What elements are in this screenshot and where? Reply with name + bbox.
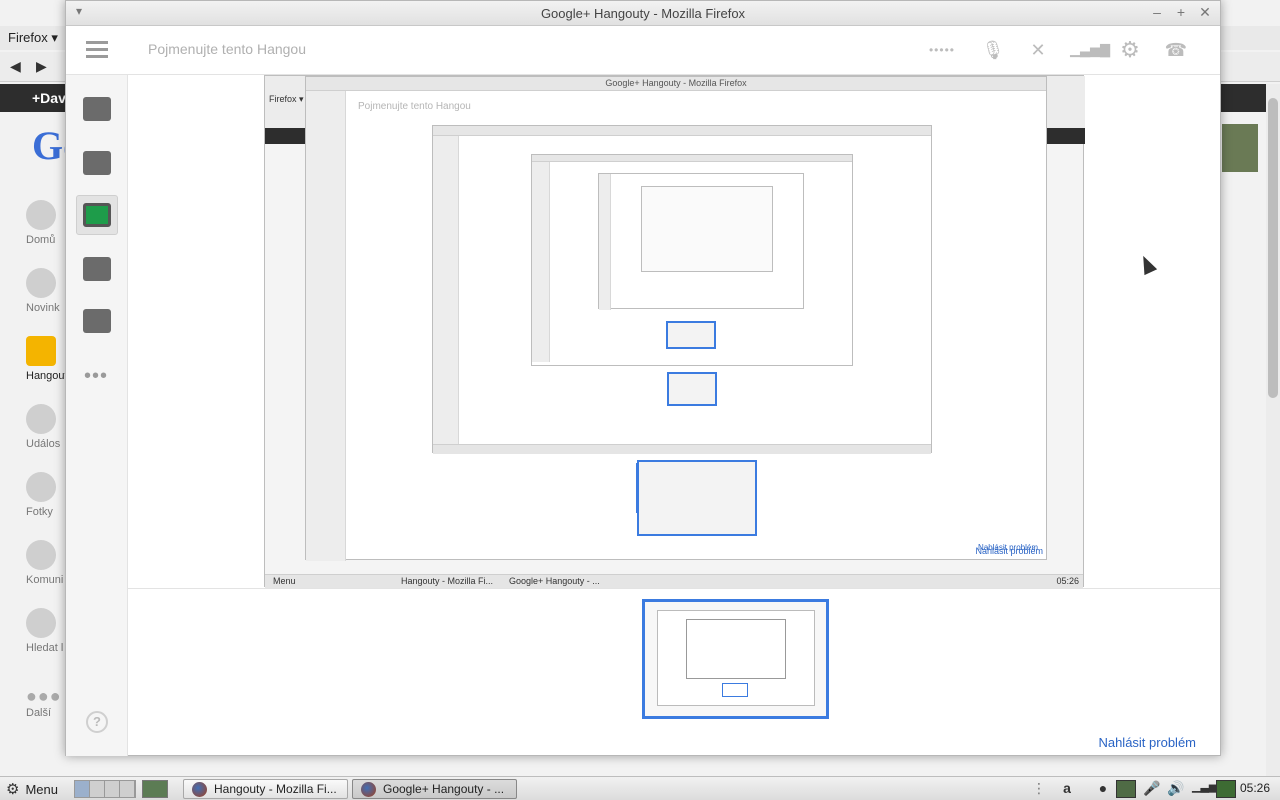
google-effects-button[interactable] [76,249,118,289]
mic-icon[interactable]: 🎤 [1142,780,1162,798]
screenshare-button[interactable] [76,195,118,235]
hangout-name-input[interactable]: Pojmenujte tento Hangou [148,41,306,57]
camera-off-icon[interactable]: ✕ [1024,38,1052,62]
participant-thumbnail[interactable] [642,599,829,719]
os-taskbar: ⚙ Menu Hangouty - Mozilla Fi... Google+ … [0,776,1280,800]
more-dots-icon[interactable]: ••••• [918,38,966,62]
nested-firefox-menu: Firefox ▾ [269,94,304,104]
close-icon[interactable]: ✕ [1196,4,1214,21]
hangout-app-rail: ••• ? [66,75,128,756]
taskbar-window-google-hangouty[interactable]: Google+ Hangouty - ... [352,779,517,799]
hangouts-window: ▾ Google+ Hangouty - Mozilla Firefox – +… [65,0,1221,756]
firefox-icon [361,782,376,797]
nested-hangout-name: Pojmenujte tento Hangou [358,101,471,112]
workspace-switcher[interactable] [74,780,136,798]
nested-window-title: Google+ Hangouty - Mozilla Firefox [306,77,1046,91]
find-people-icon [26,608,56,638]
shared-screen-level-2 [432,125,932,454]
chat-icon[interactable]: ● [1094,780,1112,798]
invite-people-button[interactable] [76,89,118,129]
add-person-icon [83,97,111,121]
report-problem-link[interactable]: Nahlásit problém [1098,735,1196,750]
participant-filmstrip: Nahlásit problém [128,589,1220,755]
start-menu-button[interactable]: ⚙ Menu [6,780,58,798]
show-desktop-icon[interactable] [142,780,168,798]
battery-icon[interactable] [1216,780,1236,798]
help-icon[interactable]: ? [86,711,108,733]
nested-report-link-1: Nahlásit problém [975,546,1043,556]
taskbar-window-hangouty[interactable]: Hangouty - Mozilla Fi... [183,779,348,799]
shared-screen-level-3 [531,154,853,366]
hang-up-icon[interactable]: ☎ [1162,38,1190,62]
background-scrollbar-thumb[interactable] [1268,98,1278,398]
bandwidth-icon[interactable]: ▁▃▅▇ [1070,38,1110,62]
firefox-icon [192,782,207,797]
mute-mic-icon[interactable]: 🎙 [979,38,1007,62]
nested-taskbar: Menu Hangouty - Mozilla Fi... Google+ Ha… [265,574,1083,588]
home-icon [26,200,56,230]
hamburger-menu-icon[interactable] [86,41,108,59]
window-title: Google+ Hangouty - Mozilla Firefox [540,6,746,21]
window-titlebar[interactable]: ▾ Google+ Hangouty - Mozilla Firefox – +… [66,1,1220,26]
nested-app-rail [306,91,346,561]
maximize-icon[interactable]: + [1172,4,1190,20]
communities-icon [26,540,56,570]
minimize-icon[interactable]: – [1148,4,1166,20]
hangout-header: Pojmenujte tento Hangou ••••• 🎙 ✕ ▁▃▅▇ ⚙… [66,26,1220,75]
more-apps-icon[interactable]: ••• [84,365,108,388]
camera-icon [26,472,56,502]
avatar[interactable] [1222,124,1258,172]
amazon-icon[interactable]: a [1058,780,1076,798]
clock: 05:26 [1239,781,1270,795]
gear-icon: ⚙ [6,781,20,798]
settings-gear-icon[interactable]: ⚙ [1116,38,1144,62]
gplus-user-link[interactable]: +Dav [32,90,66,106]
shared-screen-level-1: Firefox ▾ Google+ Hangouty - Mozilla Fir… [264,75,1085,588]
screenshare-icon [83,203,111,227]
hangouts-icon [26,336,56,366]
chat-button[interactable] [76,143,118,183]
forward-arrow-icon[interactable]: ▶ [36,58,47,75]
chat-icon [83,151,111,175]
network-icon[interactable]: ▁▃▅ [1192,780,1217,798]
back-arrow-icon[interactable]: ◀ [10,58,21,75]
calendar-icon [26,404,56,434]
screenshare-stage: Firefox ▾ Google+ Hangouty - Mozilla Fir… [128,75,1220,589]
compass-icon [26,268,56,298]
more-icon[interactable]: ⋮ [1032,780,1046,798]
play-icon [83,309,111,333]
shared-screen-level-5 [641,186,773,272]
magic-wand-icon [83,257,111,281]
shared-screen-level-4 [598,173,804,310]
volume-icon[interactable]: 🔊 [1166,780,1186,798]
firefox-menu-button[interactable]: Firefox ▾ [8,30,58,46]
screen-icon[interactable] [1116,780,1136,798]
youtube-button[interactable] [76,301,118,341]
